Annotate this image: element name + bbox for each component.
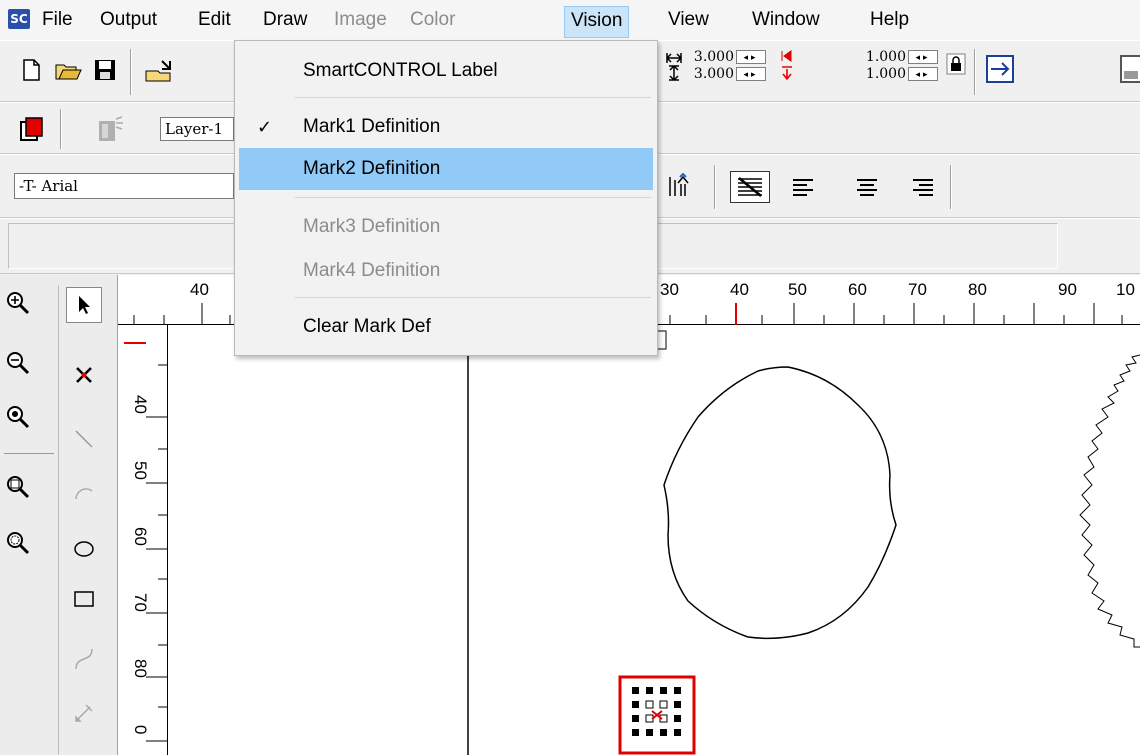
menu-window[interactable]: Window — [746, 6, 826, 36]
ruler-label: 70 — [908, 280, 927, 299]
menu-view[interactable]: View — [662, 6, 715, 36]
menu-item-mark3-definition[interactable]: Mark3 Definition — [239, 209, 653, 245]
ruler-label: 50 — [131, 461, 150, 480]
toolbar-separator — [974, 49, 976, 95]
height-spinner[interactable]: ◂▸ — [736, 67, 766, 81]
canvas-drawing — [467, 325, 1140, 755]
new-file-icon[interactable] — [18, 57, 44, 83]
toolbar-separator — [714, 165, 716, 209]
toolbar-separator — [950, 165, 952, 209]
scale-y-spinner[interactable]: ◂▸ — [908, 67, 938, 81]
align-left-icon[interactable] — [790, 175, 816, 201]
line-icon[interactable] — [66, 421, 102, 457]
height-field[interactable]: 3.000 — [680, 66, 734, 82]
layer-manager-icon[interactable] — [96, 115, 123, 141]
width-field[interactable]: 3.000 — [680, 49, 734, 65]
app-logo: SC — [8, 9, 30, 29]
ruler-label: 60 — [131, 527, 150, 546]
delete-x-icon[interactable] — [66, 357, 102, 393]
open-folder-icon[interactable] — [54, 57, 82, 83]
menu-item-mark4-definition[interactable]: Mark4 Definition — [239, 253, 653, 289]
menu-separator — [295, 197, 651, 198]
zoom-all-icon[interactable] — [0, 525, 36, 561]
ruler-label: 80 — [131, 659, 150, 678]
curve-icon[interactable] — [66, 641, 102, 677]
layer-select[interactable]: Layer-1 — [160, 117, 234, 141]
ruler-label: 10 — [1116, 280, 1135, 299]
menu-color[interactable]: Color — [404, 6, 461, 36]
wavy-circle-shape — [663, 366, 897, 640]
scale-x-icon — [780, 48, 794, 64]
drawing-tools — [58, 285, 118, 755]
menu-vision[interactable]: Vision — [564, 6, 630, 38]
arc-icon[interactable] — [66, 475, 102, 511]
palette-divider — [4, 453, 54, 454]
font-select[interactable]: -T- Arial — [14, 173, 234, 199]
menu-edit[interactable]: Edit — [192, 6, 237, 36]
ruler-label: 50 — [788, 280, 807, 299]
ruler-label: 40 — [730, 280, 749, 299]
zoom-fit-icon[interactable] — [0, 399, 36, 435]
align-center-icon[interactable] — [854, 175, 880, 201]
tool-palette — [0, 275, 118, 755]
scale-y-field[interactable]: 1.000 — [852, 66, 906, 82]
zoom-out-icon[interactable] — [0, 345, 36, 381]
vision-dropdown-menu: SmartCONTROL Label ✓ Mark1 Definition Ma… — [234, 40, 658, 356]
menu-item-clear-mark-def[interactable]: Clear Mark Def — [239, 309, 653, 345]
ruler-label: 80 — [968, 280, 987, 299]
ellipse-icon[interactable] — [66, 531, 102, 567]
scale-x-spinner[interactable]: ◂▸ — [908, 50, 938, 64]
menu-item-smartcontrol-label[interactable]: SmartCONTROL Label — [239, 53, 653, 89]
menu-help[interactable]: Help — [864, 6, 915, 36]
toolbar-separator — [130, 49, 132, 95]
menu-file[interactable]: File — [36, 6, 79, 36]
vertical-ruler: 40 50 60 70 80 0 — [118, 325, 168, 755]
scale-y-icon — [780, 65, 794, 81]
color-layer-icon[interactable] — [18, 115, 44, 141]
select-arrow-icon[interactable] — [66, 287, 102, 323]
ruler-label: 40 — [190, 280, 209, 299]
menu-separator — [295, 297, 651, 298]
drawing-canvas[interactable] — [168, 325, 1140, 755]
ruler-label: 30 — [660, 280, 679, 299]
menu-item-mark2-definition[interactable]: Mark2 Definition — [239, 148, 653, 190]
ruler-label: 70 — [131, 593, 150, 612]
ruler-label: 60 — [848, 280, 867, 299]
import-icon[interactable] — [144, 57, 171, 83]
zigzag-circle-shape — [1079, 354, 1140, 648]
checkmark-icon: ✓ — [257, 117, 273, 137]
text-spacing-icon[interactable] — [666, 172, 692, 199]
menu-separator — [295, 97, 651, 98]
zoom-in-icon[interactable] — [0, 285, 36, 321]
lock-icon[interactable] — [946, 53, 966, 75]
align-right-icon[interactable] — [910, 175, 936, 201]
ruler-label: 90 — [1058, 280, 1077, 299]
rectangle-icon[interactable] — [66, 581, 102, 617]
panel-icon[interactable] — [1118, 53, 1140, 85]
menu-bar: SC File Output Edit Draw Image Color Vis… — [0, 0, 1140, 40]
export-arrow-icon[interactable] — [984, 53, 1016, 85]
menu-item-label: Mark1 Definition — [303, 116, 441, 137]
toolbar-separator — [60, 109, 62, 149]
brush-icon[interactable] — [66, 695, 102, 731]
menu-output[interactable]: Output — [94, 6, 163, 36]
ruler-label: 0 — [131, 725, 150, 735]
ruler-label: 40 — [131, 395, 150, 414]
zoom-window-icon[interactable] — [0, 469, 36, 505]
menu-item-mark1-definition[interactable]: ✓ Mark1 Definition — [239, 109, 653, 145]
align-justify-button[interactable] — [730, 171, 770, 203]
width-spinner[interactable]: ◂▸ — [736, 50, 766, 64]
menu-image[interactable]: Image — [328, 6, 393, 36]
scale-x-field[interactable]: 1.000 — [852, 49, 906, 65]
save-icon[interactable] — [92, 57, 118, 83]
menu-draw[interactable]: Draw — [257, 6, 313, 36]
